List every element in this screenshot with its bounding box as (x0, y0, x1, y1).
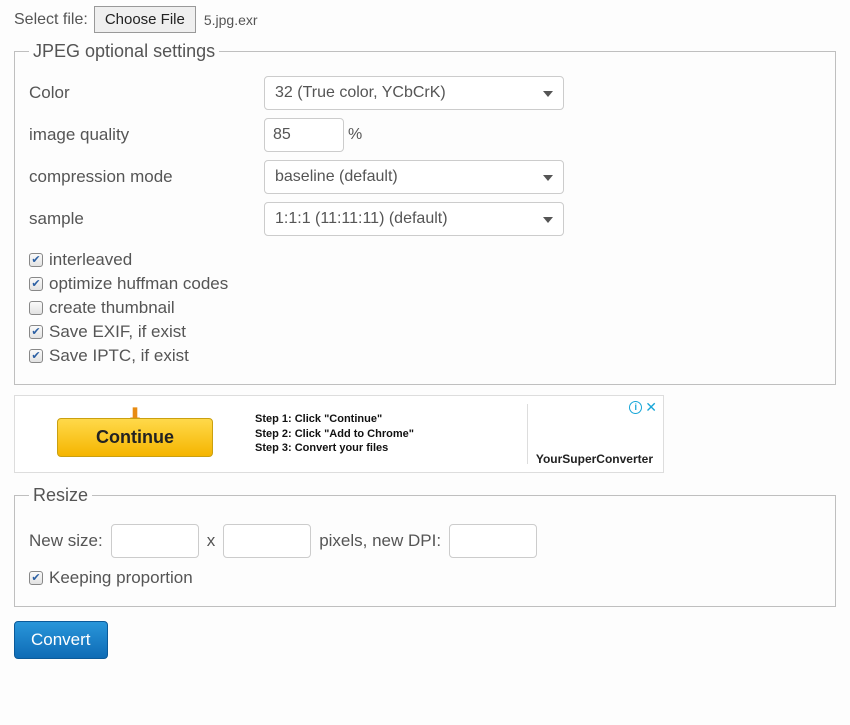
jpeg-checkbox-list: interleaved optimize huffman codes creat… (29, 250, 821, 366)
image-quality-unit: % (348, 126, 362, 144)
image-quality-input[interactable] (264, 118, 344, 152)
dpi-input[interactable] (449, 524, 537, 558)
compression-mode-value: baseline (default) (275, 168, 398, 186)
ad-divider (527, 404, 528, 464)
save-iptc-checkbox[interactable] (29, 349, 43, 363)
jpeg-settings-legend: JPEG optional settings (29, 41, 219, 62)
ad-steps-text: Step 1: Click "Continue" Step 2: Click "… (255, 412, 485, 457)
convert-button[interactable]: Convert (14, 621, 108, 659)
jpeg-settings-fieldset: JPEG optional settings Color 32 (True co… (14, 41, 836, 385)
compression-mode-select[interactable]: baseline (default) (264, 160, 564, 194)
ad-info-icon[interactable]: i (629, 401, 642, 414)
save-exif-label: Save EXIF, if exist (49, 322, 186, 342)
optimize-huffman-label: optimize huffman codes (49, 274, 228, 294)
choose-file-button[interactable]: Choose File (94, 6, 196, 33)
color-select-value: 32 (True color, YCbCrK) (275, 84, 446, 102)
ad-brand-text: YourSuperConverter (536, 452, 653, 466)
optimize-huffman-checkbox[interactable] (29, 277, 43, 291)
save-iptc-label: Save IPTC, if exist (49, 346, 189, 366)
interleaved-label: interleaved (49, 250, 132, 270)
color-select[interactable]: 32 (True color, YCbCrK) (264, 76, 564, 110)
ad-continue-button[interactable]: Continue (57, 418, 213, 457)
selected-filename: 5.jpg.exr (204, 12, 258, 28)
image-quality-label: image quality (29, 125, 264, 145)
create-thumbnail-label: create thumbnail (49, 298, 175, 318)
keep-proportion-label: Keeping proportion (49, 568, 193, 588)
sample-label: sample (29, 209, 264, 229)
keep-proportion-checkbox[interactable] (29, 571, 43, 585)
pixels-dpi-label: pixels, new DPI: (319, 531, 441, 551)
sample-value: 1:1:1 (11:11:11) (default) (275, 210, 448, 228)
resize-legend: Resize (29, 485, 92, 506)
interleaved-checkbox[interactable] (29, 253, 43, 267)
new-size-label: New size: (29, 531, 103, 551)
sample-select[interactable]: 1:1:1 (11:11:11) (default) (264, 202, 564, 236)
select-file-label: Select file: (14, 11, 88, 29)
height-input[interactable] (223, 524, 311, 558)
ad-banner: ⬇ Continue Step 1: Click "Continue" Step… (14, 395, 664, 473)
compression-mode-label: compression mode (29, 167, 264, 187)
width-input[interactable] (111, 524, 199, 558)
ad-close-icon[interactable]: ✕ (645, 400, 657, 414)
create-thumbnail-checkbox[interactable] (29, 301, 43, 315)
color-label: Color (29, 83, 264, 103)
save-exif-checkbox[interactable] (29, 325, 43, 339)
resize-fieldset: Resize New size: x pixels, new DPI: Keep… (14, 485, 836, 607)
x-label: x (207, 531, 216, 551)
